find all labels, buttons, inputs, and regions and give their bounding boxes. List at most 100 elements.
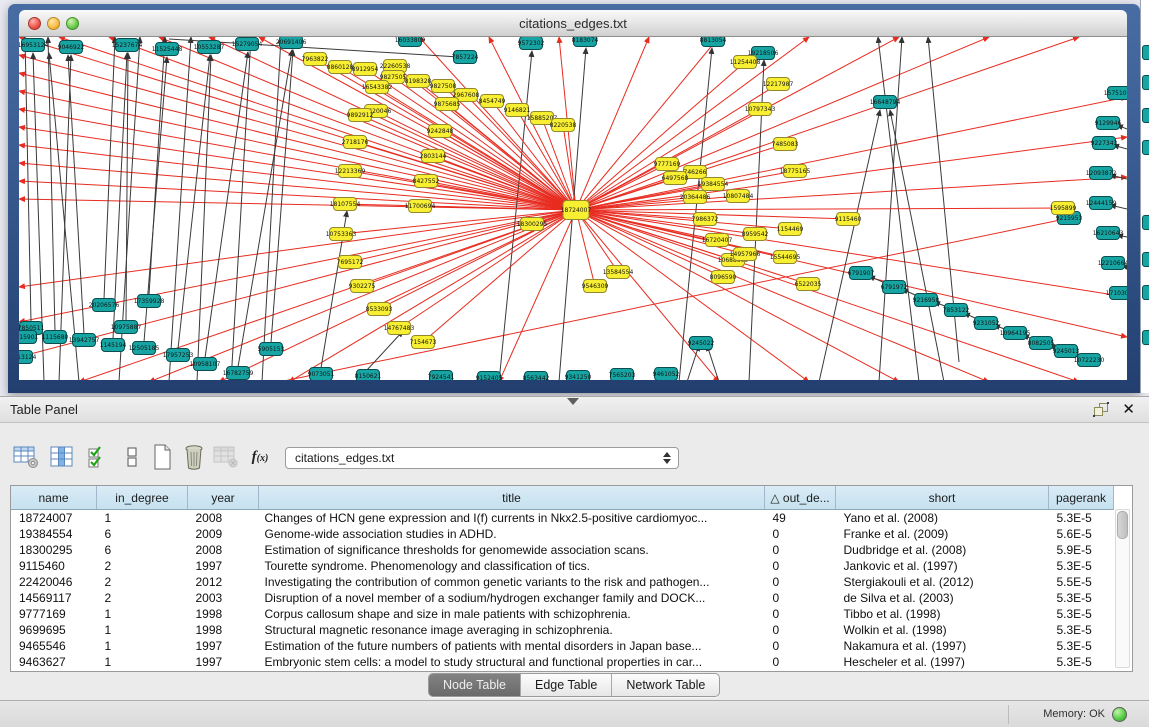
graph-node[interactable]: 11700694 (405, 200, 436, 213)
window-titlebar[interactable]: citations_edges.txt (19, 10, 1127, 37)
cell-in_degree[interactable]: 1 (97, 510, 188, 527)
cell-short[interactable]: Yano et al. (2008) (836, 510, 1049, 527)
table-options-icon[interactable] (12, 443, 40, 471)
cell-title[interactable]: Estimation of the future numbers of pati… (259, 638, 765, 654)
graph-node[interactable]: 6497568 (662, 172, 689, 185)
graph-node[interactable]: 2718176 (342, 136, 369, 149)
cell-title[interactable]: Changes of HCN gene expression and I(f) … (259, 510, 765, 527)
cell-in_degree[interactable]: 6 (97, 526, 188, 542)
graph-node[interactable]: 10753363 (326, 228, 357, 241)
graph-node[interactable]: 7857224 (452, 51, 479, 64)
graph-node[interactable]: 8082505 (1028, 337, 1055, 350)
graph-node[interactable]: 10722230 (1074, 354, 1105, 367)
graph-node[interactable]: 10975887 (111, 321, 142, 334)
graph-node[interactable]: 12093872 (1086, 167, 1117, 180)
graph-node[interactable]: 7924541 (428, 371, 455, 381)
cell-short[interactable]: Tibbo et al. (1998) (836, 606, 1049, 622)
cell-in_degree[interactable]: 2 (97, 590, 188, 606)
graph-node[interactable]: 20206576 (89, 299, 120, 312)
graph-node[interactable]: 15237674 (112, 39, 143, 52)
graph-node[interactable]: 10797343 (745, 103, 776, 116)
graph-node[interactable]: 7485083 (772, 138, 799, 151)
graph-node[interactable]: 19384554 (698, 178, 729, 191)
graph-node[interactable]: 8563442 (523, 372, 550, 381)
cell-title[interactable]: Estimation of significance thresholds fo… (259, 542, 765, 558)
graph-node[interactable]: 1595899 (1050, 202, 1077, 215)
cell-in_degree[interactable]: 1 (97, 654, 188, 670)
graph-node[interactable]: 20364486 (680, 191, 711, 204)
tab-edge-table[interactable]: Edge Table (521, 674, 612, 696)
cell-pagerank[interactable]: 5.3E-5 (1049, 654, 1114, 670)
cell-name[interactable]: 14569117 (11, 590, 97, 606)
column-header-pagerank[interactable]: pagerank (1049, 486, 1114, 510)
import-table-icon[interactable] (212, 443, 240, 471)
cell-in_degree[interactable]: 1 (97, 638, 188, 654)
graph-node[interactable]: 14767483 (384, 322, 415, 335)
cell-short[interactable]: Jankovic et al. (1997) (836, 558, 1049, 574)
panel-drag-handle[interactable] (567, 398, 579, 405)
cell-year[interactable]: 2008 (188, 510, 259, 527)
graph-node[interactable]: 12505185 (129, 342, 160, 355)
cell-out_de[interactable]: 0 (765, 526, 836, 542)
graph-node[interactable]: 12210664 (1098, 257, 1127, 270)
graph-node[interactable]: 8150621 (355, 370, 382, 381)
cell-short[interactable]: Wolkin et al. (1998) (836, 622, 1049, 638)
graph-node[interactable]: 8096590 (710, 271, 737, 284)
table-row[interactable]: 1872400712008Changes of HCN gene express… (11, 510, 1133, 527)
tab-network-table[interactable]: Network Table (612, 674, 719, 696)
graph-node[interactable]: 8813054 (700, 37, 727, 47)
graph-node[interactable]: 15751074 (1104, 87, 1127, 100)
cell-in_degree[interactable]: 2 (97, 574, 188, 590)
cell-in_degree[interactable]: 1 (97, 606, 188, 622)
cell-out_de[interactable]: 0 (765, 542, 836, 558)
cell-pagerank[interactable]: 5.9E-5 (1049, 542, 1114, 558)
graph-node[interactable]: 7695172 (337, 256, 364, 269)
table-row[interactable]: 1456911722003Disruption of a novel membe… (11, 590, 1133, 606)
cell-title[interactable]: Embryonic stem cells: a model to study s… (259, 654, 765, 670)
float-panel-icon[interactable] (1093, 402, 1109, 417)
cell-out_de[interactable]: 0 (765, 622, 836, 638)
rows-icon[interactable] (118, 443, 146, 471)
cell-name[interactable]: 9777169 (11, 606, 97, 622)
cell-name[interactable]: 18724007 (11, 510, 97, 527)
graph-node[interactable]: 9546309 (582, 280, 609, 293)
graph-node[interactable]: 9461052 (653, 368, 680, 381)
graph-node[interactable]: 7154673 (410, 336, 437, 349)
cell-pagerank[interactable]: 5.3E-5 (1049, 558, 1114, 574)
column-header-short[interactable]: short (836, 486, 1049, 510)
cell-pagerank[interactable]: 5.3E-5 (1049, 510, 1114, 527)
cell-name[interactable]: 9699695 (11, 622, 97, 638)
cell-title[interactable]: Corpus callosum shape and size in male p… (259, 606, 765, 622)
graph-node[interactable]: 9245013 (1053, 345, 1080, 358)
graph-node[interactable]: 3915901 (19, 331, 39, 344)
graph-node[interactable]: 16720407 (702, 234, 733, 247)
graph-node[interactable]: 9129946 (1095, 117, 1122, 130)
column-header-out_de[interactable]: △ out_de... (765, 486, 836, 510)
graph-node[interactable]: 14957966 (730, 248, 761, 261)
graph-node[interactable]: 5905153 (258, 343, 285, 356)
cell-title[interactable]: Tourette syndrome. Phenomenology and cla… (259, 558, 765, 574)
graph-node[interactable]: 9046922 (58, 41, 85, 54)
graph-node[interactable]: 9216958 (913, 294, 940, 307)
graph-node[interactable]: 17103054 (1106, 287, 1127, 300)
graph-node[interactable]: 8183074 (572, 37, 599, 47)
graph-node[interactable]: 10807484 (723, 190, 754, 203)
cell-short[interactable]: Dudbridge et al. (2008) (836, 542, 1049, 558)
cell-title[interactable]: Disruption of a novel member of a sodium… (259, 590, 765, 606)
cell-out_de[interactable]: 0 (765, 606, 836, 622)
table-row[interactable]: 946554611997Estimation of the future num… (11, 638, 1133, 654)
cell-out_de[interactable]: 0 (765, 558, 836, 574)
cell-title[interactable]: Structural magnetic resonance image aver… (259, 622, 765, 638)
cell-out_de[interactable]: 0 (765, 590, 836, 606)
graph-node[interactable]: 7963822 (302, 53, 329, 66)
graph-node[interactable]: 6791907 (848, 267, 875, 280)
table-row[interactable]: 2242004622012Investigating the contribut… (11, 574, 1133, 590)
cell-in_degree[interactable]: 6 (97, 542, 188, 558)
table-row[interactable]: 1830029562008Estimation of significance … (11, 542, 1133, 558)
table-scrollbar[interactable] (1115, 509, 1130, 668)
cell-year[interactable]: 2009 (188, 526, 259, 542)
cell-short[interactable]: Hescheler et al. (1997) (836, 654, 1049, 670)
graph-node[interactable]: 15544695 (770, 251, 801, 264)
graph-node[interactable]: 8198328 (405, 75, 432, 88)
cell-name[interactable]: 18300295 (11, 542, 97, 558)
